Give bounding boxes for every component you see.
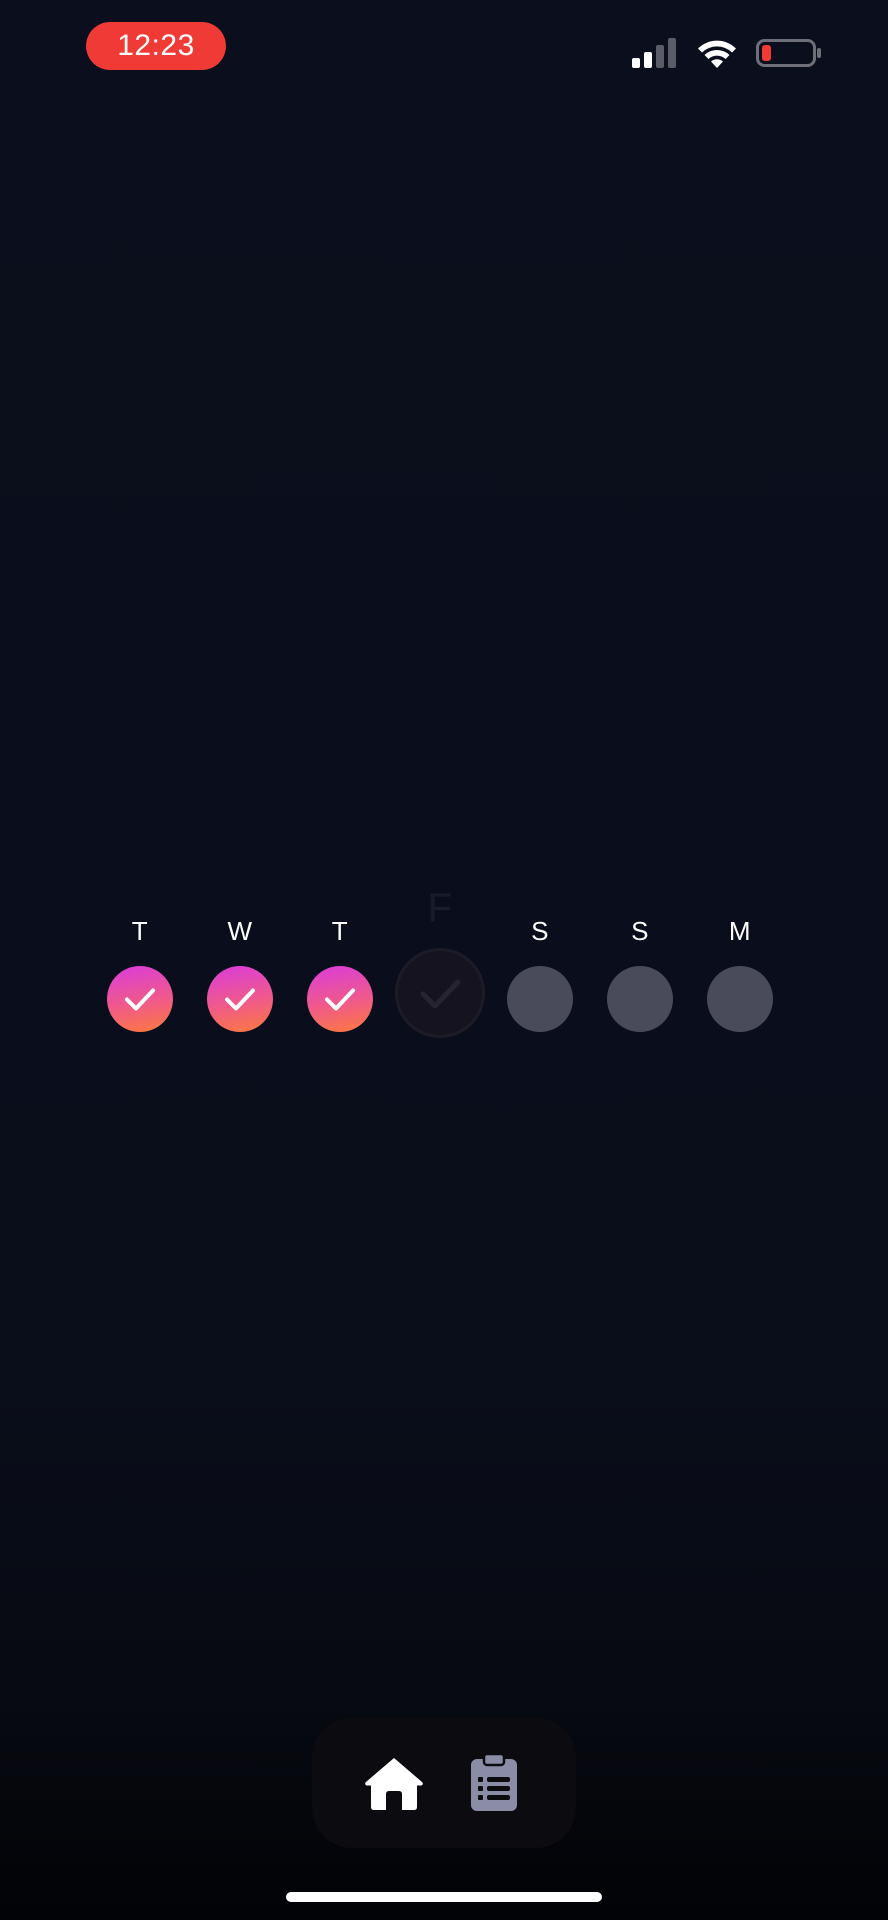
checkmark-icon [225, 988, 255, 1011]
day-saturday[interactable]: S [490, 880, 590, 1040]
day-wednesday[interactable]: W [190, 880, 290, 1040]
day-current-circle[interactable] [395, 948, 485, 1038]
day-letter: T [131, 916, 149, 946]
day-done-circle[interactable] [107, 966, 173, 1032]
nav-home-button[interactable] [362, 1753, 426, 1813]
day-letter: S [531, 916, 549, 946]
day-friday-current[interactable]: F [390, 880, 490, 1040]
day-letter: F [427, 886, 453, 930]
day-pending-circle[interactable] [607, 966, 673, 1032]
checkmark-icon [420, 979, 461, 1009]
nav-log-button[interactable] [462, 1752, 526, 1813]
day-sunday[interactable]: S [590, 880, 690, 1040]
day-monday[interactable]: M [690, 880, 790, 1040]
battery-low-icon [756, 39, 821, 67]
day-letter: W [227, 916, 253, 946]
bottom-nav-bar [312, 1718, 576, 1848]
day-tuesday[interactable]: T [90, 880, 190, 1040]
home-indicator[interactable] [286, 1892, 602, 1902]
wifi-icon [698, 40, 736, 68]
day-done-circle[interactable] [207, 966, 273, 1032]
day-letter: T [331, 916, 349, 946]
day-letter: M [728, 916, 752, 946]
cellular-signal-icon [632, 38, 676, 68]
status-bar: 12:23 [0, 0, 888, 100]
clipboard-list-icon [471, 1752, 517, 1811]
status-icons [632, 36, 822, 70]
checkmark-icon [325, 988, 355, 1011]
status-time[interactable]: 12:23 [86, 22, 226, 70]
app-screen: 12:23 T W T F S S M [0, 0, 888, 1920]
day-pending-circle[interactable] [707, 966, 773, 1032]
home-icon [365, 1758, 423, 1810]
habit-week-row: T W T F S S M [90, 880, 798, 1040]
day-thursday[interactable]: T [290, 880, 390, 1040]
day-letter: S [631, 916, 649, 946]
checkmark-icon [125, 988, 155, 1011]
day-pending-circle[interactable] [507, 966, 573, 1032]
day-done-circle[interactable] [307, 966, 373, 1032]
